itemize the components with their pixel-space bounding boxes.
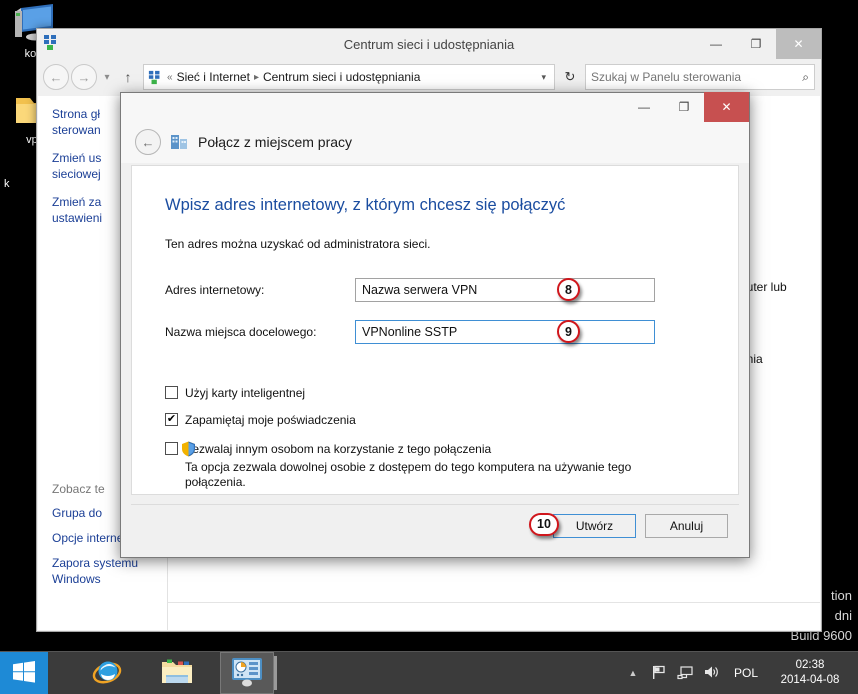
search-placeholder: Szukaj w Panelu sterowania <box>591 70 742 84</box>
taskbar-item-internet-explorer[interactable] <box>80 652 134 694</box>
taskbar-item-file-explorer[interactable] <box>150 652 204 694</box>
system-tray[interactable]: ▲ POL 02:38 2014-04-08 <box>620 652 858 694</box>
annotation-badge-10: 10 <box>529 512 559 536</box>
start-button[interactable] <box>0 652 48 694</box>
show-hidden-icons-button[interactable]: ▲ <box>620 652 646 694</box>
smart-card-label: Użyj karty inteligentnej <box>185 386 306 400</box>
breadcrumb-separator: ▸ <box>253 71 259 83</box>
cancel-button[interactable]: Anuluj <box>645 513 728 538</box>
flag-icon <box>651 664 667 683</box>
chevron-down-icon[interactable]: ▾ <box>541 72 550 83</box>
annotation-badge-9: 9 <box>557 320 580 343</box>
smart-card-checkbox[interactable] <box>165 386 178 399</box>
search-input[interactable]: Szukaj w Panelu sterowania ⌕ <box>585 64 815 90</box>
workplace-connection-icon <box>170 131 189 153</box>
explorer-maximize-button[interactable]: ❐ <box>736 29 776 59</box>
dialog-back-button[interactable]: ← <box>135 129 161 155</box>
destination-name-input[interactable]: VPNonline SSTP <box>355 320 655 344</box>
desktop: kom vpn k tion dni Build 9600 Centrum si… <box>0 0 858 694</box>
control-panel-icon <box>231 657 263 690</box>
dialog-header: ← Połącz z miejscem pracy <box>121 121 749 163</box>
dialog-close-button[interactable]: ✕ <box>704 92 749 122</box>
checkmark-icon: ✔ <box>166 413 177 425</box>
explorer-minimize-button[interactable]: — <box>696 29 736 59</box>
connect-to-workplace-dialog[interactable]: — ❐ ✕ ← Połącz z miejscem pracy Wpisz ad… <box>120 92 750 558</box>
remember-credentials-checkbox-row[interactable]: ✔ Zapamiętaj moje poświadczenia <box>165 412 738 428</box>
internet-explorer-icon <box>92 657 122 690</box>
action-center-button[interactable] <box>646 652 672 694</box>
dialog-content: Wpisz adres internetowy, z którym chcesz… <box>131 165 739 495</box>
allow-others-description: Ta opcja zezwala dowolnej osobie z dostę… <box>185 460 632 489</box>
windows-logo-icon <box>12 660 36 687</box>
dialog-minimize-button[interactable]: — <box>624 92 664 122</box>
smart-card-checkbox-row[interactable]: Użyj karty inteligentnej <box>165 385 738 401</box>
address-bar[interactable]: « Sieć i Internet ▸ Centrum sieci i udos… <box>143 64 555 90</box>
language-indicator[interactable]: POL <box>724 666 768 680</box>
allow-others-checkbox-row[interactable]: Zezwalaj innym osobom na korzystanie z t… <box>165 441 738 457</box>
destination-name-row: Nazwa miejsca docelowego: VPNonline SSTP… <box>165 319 738 345</box>
clock[interactable]: 02:38 2014-04-08 <box>768 658 852 688</box>
internet-address-input[interactable]: Nazwa serwera VPN <box>355 278 655 302</box>
breadcrumb-overflow[interactable]: « <box>167 72 173 83</box>
dialog-maximize-button[interactable]: ❐ <box>664 92 704 122</box>
create-button-wrapper: 10 Utwórz <box>529 512 636 538</box>
annotation-badge-8: 8 <box>557 278 580 301</box>
volume-button[interactable] <box>698 652 724 694</box>
refresh-button[interactable]: ↻ <box>557 65 583 89</box>
clock-date: 2014-04-08 <box>780 674 840 686</box>
chevron-up-icon: ▲ <box>628 668 638 678</box>
internet-address-label: Adres internetowy: <box>165 283 265 297</box>
desktop-icon-label: k <box>4 178 10 190</box>
breadcrumb-item-network[interactable]: Sieć i Internet <box>177 70 250 84</box>
explorer-title-bar[interactable]: Centrum sieci i udostępniania — ❐ ✕ <box>37 29 821 59</box>
speaker-icon <box>703 664 719 683</box>
file-explorer-icon <box>161 658 193 689</box>
back-button[interactable]: ← <box>43 64 69 90</box>
create-button[interactable]: Utwórz <box>553 513 636 538</box>
recent-locations-icon[interactable]: ▾ <box>99 72 115 83</box>
address-bar-icon <box>148 70 163 85</box>
dialog-footer: 10 Utwórz Anuluj <box>131 504 739 546</box>
destination-name-label: Nazwa miejsca docelowego: <box>165 325 317 339</box>
remember-credentials-checkbox[interactable]: ✔ <box>165 413 178 426</box>
desktop-icon-shortcut[interactable]: k <box>4 178 30 191</box>
taskbar-item-network-sharing-center[interactable] <box>220 652 277 694</box>
explorer-close-button[interactable]: ✕ <box>776 29 821 59</box>
dialog-heading: Wpisz adres internetowy, z którym chcesz… <box>165 196 566 214</box>
shield-icon <box>181 441 196 460</box>
clock-time: 02:38 <box>795 659 825 671</box>
taskbar[interactable]: ▲ POL 02:38 2014-04-08 <box>0 651 858 694</box>
dialog-subheading: Ten adres można uzyskać od administrator… <box>165 237 431 251</box>
forward-button[interactable]: → <box>71 64 97 90</box>
dialog-header-title: Połącz z miejscem pracy <box>198 134 353 150</box>
up-button[interactable]: ↑ <box>117 69 139 85</box>
explorer-window-controls[interactable]: — ❐ ✕ <box>696 29 821 59</box>
dialog-title-bar[interactable]: — ❐ ✕ <box>121 92 749 122</box>
remember-credentials-label: Zapamiętaj moje poświadczenia <box>185 413 356 427</box>
allow-others-label: Zezwalaj innym osobom na korzystanie z t… <box>185 442 492 456</box>
breadcrumb-item-current[interactable]: Centrum sieci i udostępniania <box>263 70 420 84</box>
internet-address-row: Adres internetowy: Nazwa serwera VPN 8 <box>165 277 738 303</box>
sidebar-link-windows-firewall[interactable]: Zapora systemu Windows <box>52 555 168 587</box>
search-icon: ⌕ <box>802 69 809 84</box>
status-divider <box>168 602 820 603</box>
dialog-window-controls[interactable]: — ❐ ✕ <box>624 92 749 122</box>
network-icon <box>677 664 693 683</box>
allow-others-checkbox[interactable] <box>165 442 178 455</box>
explorer-navigation-bar[interactable]: ← → ▾ ↑ « Sieć i Internet ▸ Centrum siec… <box>37 59 821 95</box>
network-status-button[interactable] <box>672 652 698 694</box>
